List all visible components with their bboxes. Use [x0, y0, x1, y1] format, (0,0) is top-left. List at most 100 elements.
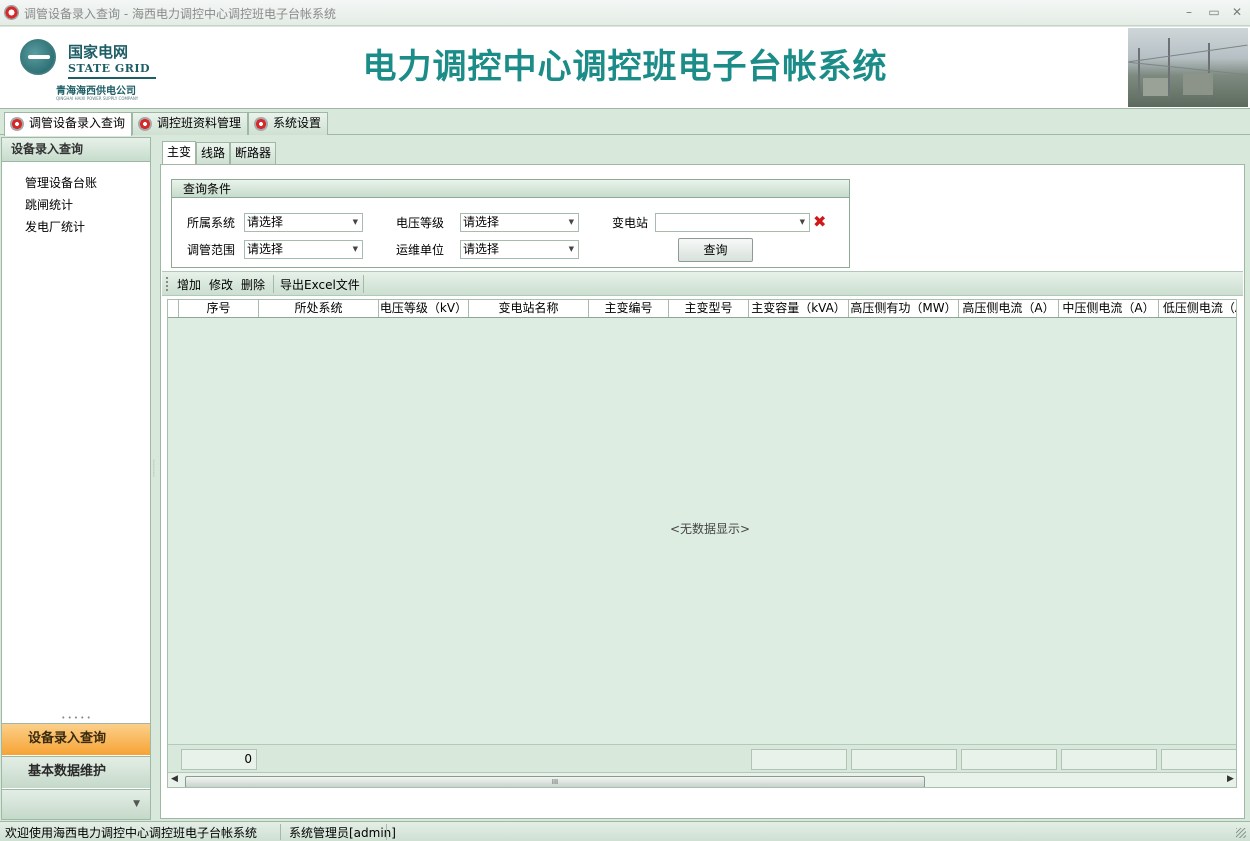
close-button[interactable]: ✕	[1228, 4, 1246, 20]
grid-column-header[interactable]: 主变容量（kVA）	[749, 300, 849, 317]
grid-header-row: 序号 所处系统 电压等级（kV） 变电站名称 主变编号 主变型号 主变容量（kV…	[168, 300, 1236, 318]
grid-column-header[interactable]: 主变型号	[669, 300, 749, 317]
horizontal-scrollbar[interactable]: ◀ III ▶	[168, 772, 1236, 787]
subtab-line[interactable]: 线路	[196, 142, 231, 164]
chevron-down-icon: ▼	[133, 799, 140, 809]
toolbar-separator	[363, 275, 364, 293]
grid-column-header[interactable]: 序号	[179, 300, 259, 317]
subtab-main-transformer[interactable]: 主变	[162, 141, 197, 164]
tab-label: 调管设备录入查询	[29, 116, 126, 130]
dropdown-arrow-icon: ▼	[352, 245, 358, 253]
system-select[interactable]: 请选择 ▼	[244, 213, 363, 232]
nav-group-header: 设备录入查询	[2, 138, 150, 162]
voltage-select[interactable]: 请选择 ▼	[460, 213, 579, 232]
maintenance-unit-select[interactable]: 请选择 ▼	[460, 240, 579, 259]
scope-label: 调管范围	[187, 243, 236, 257]
scroll-right-icon[interactable]: ▶	[1227, 774, 1234, 784]
logo-cn-text: 国家电网	[68, 43, 129, 61]
grid-column-header[interactable]: 中压侧电流（A）	[1059, 300, 1159, 317]
tab-icon	[138, 117, 152, 131]
add-button[interactable]: 增加	[177, 276, 201, 293]
edit-button[interactable]: 修改	[209, 276, 233, 293]
scope-select-value: 请选择	[247, 242, 284, 256]
pane-splitter[interactable]: ⋮ ⋮ ⋮	[151, 460, 157, 490]
nav-resize-grip[interactable]: • • • • •	[2, 715, 150, 722]
query-group-title: 查询条件	[172, 180, 849, 198]
grid-column-header[interactable]: 高压侧有功（MW）	[849, 300, 959, 317]
content-pane: 主变 线路 断路器 查询条件 所属系统 请选择 ▼ 电压等级 请选择 ▼ 变电站…	[157, 137, 1247, 820]
scope-select[interactable]: 请选择 ▼	[244, 240, 363, 259]
subtab-breaker[interactable]: 断路器	[230, 142, 277, 164]
scroll-thumb[interactable]: III	[185, 776, 925, 787]
export-excel-button[interactable]: 导出Excel文件	[280, 276, 360, 293]
nav-item-power-plant-statistics[interactable]: 发电厂统计	[25, 218, 85, 235]
scroll-left-icon[interactable]: ◀	[171, 774, 178, 784]
footer-summary-cell	[1161, 749, 1236, 770]
tab-icon	[254, 117, 268, 131]
dropdown-arrow-icon: ▼	[799, 218, 805, 226]
delete-button[interactable]: 删除	[241, 276, 265, 293]
header-banner: 国家电网 STATE GRID 青海海西供电公司 QINGHAI HAIXI P…	[0, 27, 1250, 109]
query-conditions-group: 查询条件 所属系统 请选择 ▼ 电压等级 请选择 ▼ 变电站 ▼ ✖ 调管范围 …	[171, 179, 850, 268]
window-titlebar: 调管设备录入查询 - 海西电力调控中心调控班电子台帐系统 – ▭ ✕	[0, 0, 1250, 26]
substation-select[interactable]: ▼	[655, 213, 810, 232]
data-grid: 序号 所处系统 电压等级（kV） 变电站名称 主变编号 主变型号 主变容量（kV…	[167, 299, 1237, 788]
resize-grip-icon[interactable]	[1236, 828, 1246, 838]
grid-column-header[interactable]: 低压侧电流（A）	[1159, 300, 1236, 317]
status-separator	[280, 824, 281, 840]
status-user-text: 系统管理员[admin]	[289, 826, 396, 840]
tab-icon	[10, 117, 24, 131]
substation-photo	[1128, 28, 1248, 107]
footer-summary-cell	[851, 749, 957, 770]
nav-more-button[interactable]: ▼	[2, 789, 150, 819]
app-title: 电力调控中心调控班电子台帐系统	[362, 47, 888, 87]
state-grid-logo: 国家电网 STATE GRID 青海海西供电公司 QINGHAI HAIXI P…	[14, 35, 159, 101]
status-bar: 欢迎使用海西电力调控中心调控班电子台帐系统 系统管理员[admin]	[0, 821, 1250, 841]
voltage-select-value: 请选择	[463, 215, 500, 229]
maximize-button[interactable]: ▭	[1205, 4, 1223, 20]
dropdown-arrow-icon: ▼	[568, 245, 574, 253]
empty-grid-message: <无数据显示>	[669, 522, 751, 536]
nav-button-basic-data[interactable]: 基本数据维护	[2, 756, 150, 788]
clear-substation-icon[interactable]: ✖	[813, 214, 826, 230]
window-title: 调管设备录入查询 - 海西电力调控中心调控班电子台帐系统	[24, 7, 336, 21]
left-nav-pane: 设备录入查询 管理设备台账 跳闸统计 发电厂统计 • • • • • 设备录入查…	[1, 137, 151, 820]
system-select-value: 请选择	[247, 215, 284, 229]
footer-summary-cell	[961, 749, 1057, 770]
footer-summary-cell	[751, 749, 847, 770]
status-welcome-text: 欢迎使用海西电力调控中心调控班电子台帐系统	[5, 826, 258, 840]
toolbar-grip[interactable]	[166, 277, 169, 291]
logo-company-text: 青海海西供电公司	[56, 86, 136, 97]
tab-label: 调控班资料管理	[157, 116, 242, 130]
globe-icon	[20, 39, 56, 75]
tab-dispatch-data-management[interactable]: 调控班资料管理	[132, 112, 249, 135]
toolbar-separator	[273, 275, 274, 293]
main-tab-strip: 调管设备录入查询 调控班资料管理 系统设置	[0, 110, 1250, 136]
query-button[interactable]: 查询	[678, 238, 753, 262]
tab-content: 查询条件 所属系统 请选择 ▼ 电压等级 请选择 ▼ 变电站 ▼ ✖ 调管范围 …	[160, 164, 1245, 819]
grid-column-header[interactable]: 主变编号	[589, 300, 669, 317]
footer-summary-cell	[1061, 749, 1157, 770]
status-separator	[386, 824, 387, 840]
nav-button-device-entry-query[interactable]: 设备录入查询	[2, 723, 150, 755]
grid-column-header[interactable]: 高压侧电流（A）	[959, 300, 1059, 317]
nav-item-trip-statistics[interactable]: 跳闸统计	[25, 196, 73, 213]
row-indicator-header	[168, 300, 179, 317]
maintenance-unit-label: 运维单位	[396, 243, 445, 257]
grid-toolbar: 增加 修改 删除 导出Excel文件	[162, 271, 1243, 296]
system-label: 所属系统	[187, 216, 236, 230]
tab-label: 系统设置	[273, 116, 322, 130]
tab-device-entry-query[interactable]: 调管设备录入查询	[4, 112, 133, 136]
grid-column-header[interactable]: 所处系统	[259, 300, 379, 317]
grid-column-header[interactable]: 电压等级（kV）	[379, 300, 469, 317]
voltage-label: 电压等级	[396, 216, 445, 230]
nav-item-device-ledger[interactable]: 管理设备台账	[25, 174, 97, 191]
logo-company-en-text: QINGHAI HAIXI POWER SUPPLY COMPANY	[56, 96, 139, 101]
minimize-button[interactable]: –	[1180, 4, 1198, 20]
app-icon	[4, 5, 19, 20]
grid-column-header[interactable]: 变电站名称	[469, 300, 589, 317]
footer-count-cell: 0	[181, 749, 257, 770]
tab-system-settings[interactable]: 系统设置	[248, 112, 329, 135]
grid-footer-row: 0	[168, 744, 1236, 772]
logo-en-text: STATE GRID	[68, 62, 151, 75]
